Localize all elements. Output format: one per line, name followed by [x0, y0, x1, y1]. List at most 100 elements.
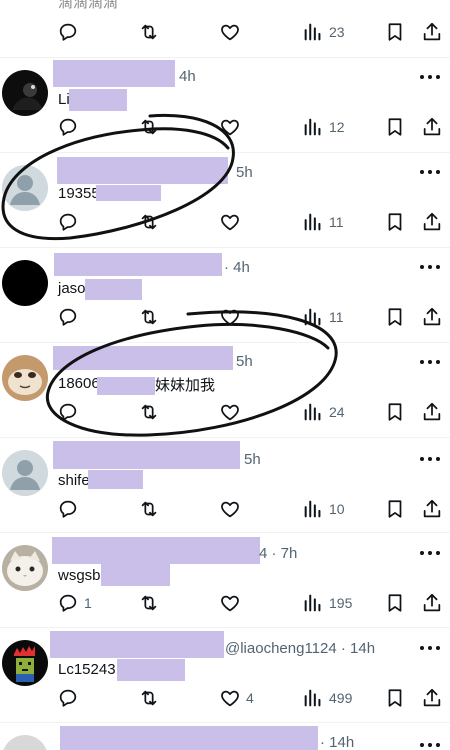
reply-button[interactable]: [57, 496, 79, 522]
views-button[interactable]: 12: [302, 114, 345, 140]
like-button[interactable]: [219, 114, 241, 140]
tweet[interactable]: · 4h jaso 11: [0, 248, 450, 342]
views-button[interactable]: 11: [302, 304, 344, 330]
retweet-button[interactable]: [138, 114, 160, 140]
more-button[interactable]: [420, 451, 440, 467]
avatar[interactable]: [2, 260, 48, 306]
like-button[interactable]: [219, 399, 241, 425]
tweet[interactable]: 5h 19355 11: [0, 153, 450, 247]
like-button[interactable]: [219, 496, 241, 522]
redacted-name: [52, 537, 260, 564]
bookmark-button[interactable]: [384, 399, 406, 425]
tweet-partial-bottom[interactable]: · 14h: [0, 723, 450, 750]
retweet-button[interactable]: [138, 209, 160, 235]
tweet[interactable]: 5h 18606 妹妹加我 24: [0, 343, 450, 437]
like-icon: [221, 214, 239, 231]
like-button[interactable]: [219, 590, 241, 616]
retweet-button[interactable]: [138, 685, 160, 711]
views-icon: [304, 118, 321, 136]
avatar[interactable]: [2, 450, 48, 496]
more-button[interactable]: [420, 69, 440, 85]
tweet[interactable]: 5h shife 10: [0, 438, 450, 532]
like-icon: [221, 119, 239, 136]
retweet-button[interactable]: [138, 590, 160, 616]
retweet-button[interactable]: [138, 496, 160, 522]
reply-button[interactable]: [57, 304, 79, 330]
tweet[interactable]: @liaocheng1124 · 14h Lc15243 4 499: [0, 628, 450, 722]
share-button[interactable]: [421, 685, 443, 711]
reply-button[interactable]: [57, 209, 79, 235]
avatar[interactable]: [2, 545, 48, 591]
share-icon: [423, 22, 441, 41]
views-button[interactable]: 24: [302, 399, 345, 425]
redacted-text: [101, 564, 170, 586]
retweet-button[interactable]: [138, 304, 160, 330]
avatar[interactable]: [2, 70, 48, 116]
retweet-button[interactable]: [138, 19, 160, 45]
like-button[interactable]: [219, 19, 241, 45]
share-button[interactable]: [421, 114, 443, 140]
bookmark-button[interactable]: [384, 19, 406, 45]
bookmark-icon: [388, 308, 402, 326]
tweet-text: 18606: [58, 375, 100, 392]
bookmark-button[interactable]: [384, 685, 406, 711]
retweet-icon: [141, 595, 157, 611]
views-icon: [304, 594, 321, 612]
retweet-button[interactable]: [138, 399, 160, 425]
share-button[interactable]: [421, 399, 443, 425]
share-button[interactable]: [421, 19, 443, 45]
views-button[interactable]: 499: [302, 685, 352, 711]
bookmark-button[interactable]: [384, 590, 406, 616]
avatar[interactable]: [2, 640, 48, 686]
bookmark-button[interactable]: [384, 114, 406, 140]
share-button[interactable]: [421, 496, 443, 522]
like-button[interactable]: 4: [219, 685, 254, 711]
share-icon: [423, 307, 441, 326]
reply-button[interactable]: [57, 114, 79, 140]
tweet-text: wsgsb: [58, 567, 101, 584]
more-button[interactable]: [420, 737, 440, 750]
like-button[interactable]: [219, 304, 241, 330]
redacted-name: [50, 631, 224, 658]
tweet-text: 19355: [58, 185, 100, 202]
tweet-actions: 23: [0, 19, 450, 45]
tweet-text-tail: 妹妹加我: [155, 377, 216, 394]
avatar[interactable]: [2, 165, 48, 211]
redacted-name: [53, 441, 240, 469]
default-avatar-icon: [2, 450, 48, 496]
tweet-time: · 4h: [224, 259, 250, 276]
views-button[interactable]: 23: [302, 19, 345, 45]
views-button[interactable]: 195: [302, 590, 352, 616]
reply-icon: [59, 403, 77, 421]
reply-button[interactable]: [57, 19, 79, 45]
retweet-icon: [141, 404, 157, 420]
share-button[interactable]: [421, 304, 443, 330]
bookmark-icon: [388, 594, 402, 612]
more-button[interactable]: [420, 640, 440, 656]
default-avatar-icon: [2, 165, 48, 211]
more-button[interactable]: [420, 259, 440, 275]
more-button[interactable]: [420, 545, 440, 561]
reply-button[interactable]: [57, 685, 79, 711]
like-button[interactable]: [219, 209, 241, 235]
more-button[interactable]: [420, 354, 440, 370]
bookmark-button[interactable]: [384, 496, 406, 522]
tweet-partial-top[interactable]: 滴滴滴滴 23: [0, 0, 450, 57]
share-button[interactable]: [421, 590, 443, 616]
redacted-name: [54, 253, 222, 276]
tweet[interactable]: 4h Li 12: [0, 58, 450, 152]
share-icon: [423, 499, 441, 518]
reply-button[interactable]: [57, 399, 79, 425]
bookmark-button[interactable]: [384, 209, 406, 235]
share-button[interactable]: [421, 209, 443, 235]
bookmark-button[interactable]: [384, 304, 406, 330]
tweet-actions: 10: [0, 496, 450, 522]
views-button[interactable]: 10: [302, 496, 345, 522]
avatar[interactable]: [2, 355, 48, 401]
reply-button[interactable]: 1: [57, 590, 92, 616]
avatar[interactable]: [2, 735, 48, 750]
views-button[interactable]: 11: [302, 209, 344, 235]
tweet[interactable]: 4 · 7h wsgsb 1 195: [0, 533, 450, 627]
views-icon: [304, 308, 321, 326]
more-button[interactable]: [420, 164, 440, 180]
